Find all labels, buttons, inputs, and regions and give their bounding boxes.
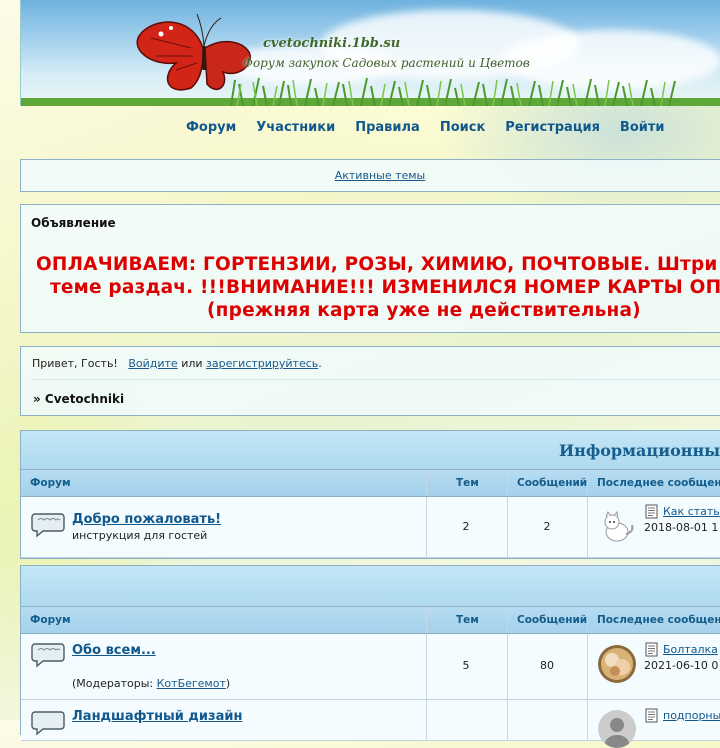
- column-headers: Форум Тем Сообщений Последнее сообщени: [21, 607, 720, 634]
- grass-decoration: [21, 77, 720, 106]
- category-title[interactable]: Информационны: [559, 441, 720, 460]
- col-divider: [426, 700, 427, 740]
- moderator-link[interactable]: КотБегемот: [157, 677, 226, 690]
- category-general: Форум Тем Сообщений Последнее сообщени О…: [20, 565, 720, 748]
- forum-title-link[interactable]: Ландшафтный дизайн: [72, 709, 242, 724]
- last-post-date: 2018-08-01 1: [644, 521, 719, 534]
- col-divider: [587, 470, 588, 496]
- nav-register[interactable]: Регистрация: [505, 120, 600, 135]
- speech-bubble-icon: [31, 513, 65, 538]
- speech-bubble-icon: [31, 643, 65, 668]
- col-forum: Форум: [30, 614, 71, 626]
- col-divider: [507, 607, 508, 633]
- announcement-text: ОПЛАЧИВАЕМ: ГОРТЕНЗИИ, РОЗЫ, ХИМИЮ, ПОЧТ…: [21, 253, 720, 322]
- post-count: 2: [543, 520, 551, 533]
- topic-count: 5: [462, 659, 470, 672]
- active-topics-link[interactable]: Активные темы: [335, 169, 426, 182]
- col-divider: [587, 607, 588, 633]
- col-divider: [426, 470, 427, 496]
- forum-row[interactable]: Обо всем... (Модераторы: КотБегемот) 5 8…: [21, 634, 720, 700]
- category-info: Информационны Форум Тем Сообщений Послед…: [20, 430, 720, 559]
- col-topics: Тем: [456, 477, 479, 489]
- document-icon: [645, 708, 658, 723]
- speech-bubble-icon: [31, 711, 65, 736]
- col-topics: Тем: [456, 614, 479, 626]
- site-subtitle: Форум закупок Садовых растений и Цветов: [243, 56, 530, 70]
- forum-description: инструкция для гостей: [72, 529, 208, 542]
- nav-forum[interactable]: Форум: [186, 120, 236, 135]
- register-link[interactable]: зарегистрируйтесь: [206, 357, 318, 370]
- forum-row[interactable]: Добро пожаловать! инструкция для гостей …: [21, 497, 720, 558]
- announcement-line-3: (прежняя карта уже не действительна): [207, 300, 641, 321]
- last-post-link[interactable]: подпорны: [663, 709, 720, 722]
- document-icon: [645, 504, 658, 519]
- post-count: 80: [540, 659, 554, 672]
- greeting-or: или: [181, 357, 203, 370]
- col-divider: [587, 497, 588, 557]
- breadcrumb[interactable]: » Cvetochniki: [33, 392, 124, 406]
- col-posts: Сообщений: [517, 614, 588, 626]
- col-posts: Сообщений: [517, 477, 588, 489]
- announcement-line-1: ОПЛАЧИВАЕМ: ГОРТЕНЗИИ, РОЗЫ, ХИМИЮ, ПОЧТ…: [36, 254, 718, 275]
- col-divider: [587, 700, 588, 740]
- moderators-line: (Модераторы: КотБегемот): [72, 677, 230, 690]
- nav-search[interactable]: Поиск: [440, 120, 485, 135]
- announcement-line-2: теме раздач. !!!ВНИМАНИЕ!!! ИЗМЕНИЛСЯ НО…: [50, 277, 720, 298]
- forum-row[interactable]: Ландшафтный дизайн подпорны: [21, 700, 720, 748]
- col-forum: Форум: [30, 477, 71, 489]
- forum-title-link[interactable]: Обо всем...: [72, 643, 156, 658]
- welcome-box: Привет, Гость! Войдите или зарегистрируй…: [20, 346, 720, 416]
- last-post-link[interactable]: Как стать: [663, 505, 720, 518]
- moderators-prefix: (Модераторы:: [72, 677, 157, 690]
- col-divider: [507, 470, 508, 496]
- category-header: Информационны: [21, 431, 720, 470]
- flower-avatar-icon: [598, 645, 636, 683]
- greeting-line: Привет, Гость! Войдите или зарегистрируй…: [32, 357, 322, 370]
- forum-title-link[interactable]: Добро пожаловать!: [72, 512, 221, 527]
- main-nav: Форум Участники Правила Поиск Регистраци…: [186, 120, 665, 135]
- topic-count: 2: [462, 520, 470, 533]
- greeting-period: .: [318, 357, 322, 370]
- col-last-post: Последнее сообщени: [597, 614, 720, 626]
- document-icon: [645, 642, 658, 657]
- moderators-suffix: ): [225, 677, 231, 690]
- col-divider: [507, 700, 508, 740]
- greeting-text: Привет, Гость!: [32, 357, 118, 370]
- category-header: [21, 566, 720, 607]
- last-post-date: 2021-06-10 0: [644, 659, 719, 672]
- user-avatar-icon: [598, 710, 636, 748]
- site-title: cvetochniki.1bb.su: [263, 36, 401, 51]
- column-headers: Форум Тем Сообщений Последнее сообщени: [21, 470, 720, 497]
- site-banner: cvetochniki.1bb.su Форум закупок Садовых…: [20, 0, 720, 106]
- nav-rules[interactable]: Правила: [355, 120, 420, 135]
- cat-avatar-icon: [598, 508, 636, 546]
- nav-login[interactable]: Войти: [620, 120, 665, 135]
- nav-members[interactable]: Участники: [256, 120, 335, 135]
- announcement-box: Объявление ОПЛАЧИВАЕМ: ГОРТЕНЗИИ, РОЗЫ, …: [20, 204, 720, 333]
- col-last-post: Последнее сообщени: [597, 477, 720, 489]
- col-divider: [587, 634, 588, 699]
- active-topics-bar: Активные темы: [20, 159, 720, 192]
- divider: [31, 379, 720, 380]
- announcement-title: Объявление: [31, 216, 116, 230]
- col-divider: [426, 607, 427, 633]
- last-post-link[interactable]: Болталка: [663, 643, 718, 656]
- login-link[interactable]: Войдите: [128, 357, 177, 370]
